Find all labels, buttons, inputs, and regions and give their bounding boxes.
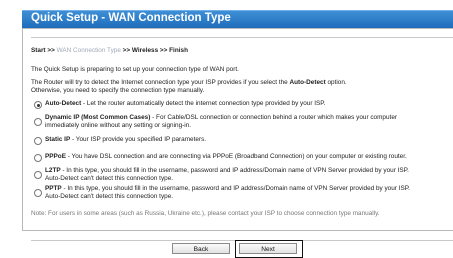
option-pppoe: PPPoE - You have DSL connection and are …	[45, 153, 407, 161]
intro-line-2-bold: Auto-Detect	[289, 79, 326, 86]
intro-line-2-end: option.	[325, 79, 347, 86]
option-pptp: PPTP - In this type, you should fill in …	[45, 185, 410, 193]
next-button[interactable]: Next	[239, 243, 297, 254]
option-l2tp-desc2: Auto-Detect can't detect this connection…	[45, 175, 174, 182]
note-text: Note: For users in some areas (such as R…	[31, 210, 380, 217]
option-auto-detect-desc: - Let the router automatically detect th…	[81, 100, 326, 107]
page-header: Quick Setup - WAN Connection Type	[22, 10, 453, 28]
option-auto-detect: Auto-Detect - Let the router automatical…	[45, 100, 326, 108]
page-title: Quick Setup - WAN Connection Type	[31, 12, 231, 24]
back-button[interactable]: Back	[172, 243, 230, 254]
breadcrumb-wan: WAN Connection Type	[56, 47, 121, 54]
option-pptp-desc: - In this type, you should fill in the u…	[61, 185, 410, 192]
option-pppoe-desc: - You have DSL connection and are connec…	[65, 153, 407, 160]
option-auto-detect-name: Auto-Detect	[45, 100, 82, 107]
option-l2tp-desc: - In this type, you should fill in the u…	[60, 167, 409, 174]
option-static-ip-name: Static IP	[45, 136, 71, 143]
option-dynamic-ip-desc: - For Cable/DSL connection or connection…	[150, 114, 397, 121]
intro-line-2-text: The Router will try to detect the Intern…	[31, 79, 290, 86]
radio-pppoe[interactable]	[34, 154, 42, 162]
radio-auto-detect[interactable]	[34, 101, 42, 109]
option-l2tp: L2TP - In this type, you should fill in …	[45, 167, 409, 175]
option-static-ip: Static IP - Your ISP provide you specifi…	[45, 136, 206, 144]
breadcrumb-rest: >> Wireless >> Finish	[122, 47, 188, 54]
option-dynamic-ip-name: Dynamic IP (Most Common Cases)	[45, 114, 151, 121]
option-dynamic-ip-desc2: immediately online without any setting o…	[45, 122, 191, 129]
intro-line-2: The Router will try to detect the Intern…	[31, 79, 347, 87]
top-divider	[31, 37, 453, 38]
breadcrumb: Start >> WAN Connection Type >> Wireless…	[31, 47, 188, 55]
option-pptp-desc2: Auto-Detect can't detect this connection…	[45, 193, 174, 200]
option-pptp-name: PPTP	[45, 185, 62, 192]
radio-static-ip[interactable]	[34, 137, 42, 145]
intro-line-1: The Quick Setup is preparing to set up y…	[31, 66, 239, 73]
option-static-ip-desc: - Your ISP provide you specified IP para…	[70, 136, 207, 143]
option-pppoe-name: PPPoE	[45, 153, 66, 160]
radio-l2tp[interactable]	[34, 171, 42, 179]
breadcrumb-start: Start >>	[31, 47, 55, 54]
radio-pptp[interactable]	[34, 189, 42, 197]
intro-line-3: Otherwise, you need to specify the conne…	[31, 87, 205, 94]
option-l2tp-name: L2TP	[45, 167, 61, 174]
radio-dynamic-ip[interactable]	[34, 118, 42, 126]
option-dynamic-ip: Dynamic IP (Most Common Cases) - For Cab…	[45, 114, 397, 122]
